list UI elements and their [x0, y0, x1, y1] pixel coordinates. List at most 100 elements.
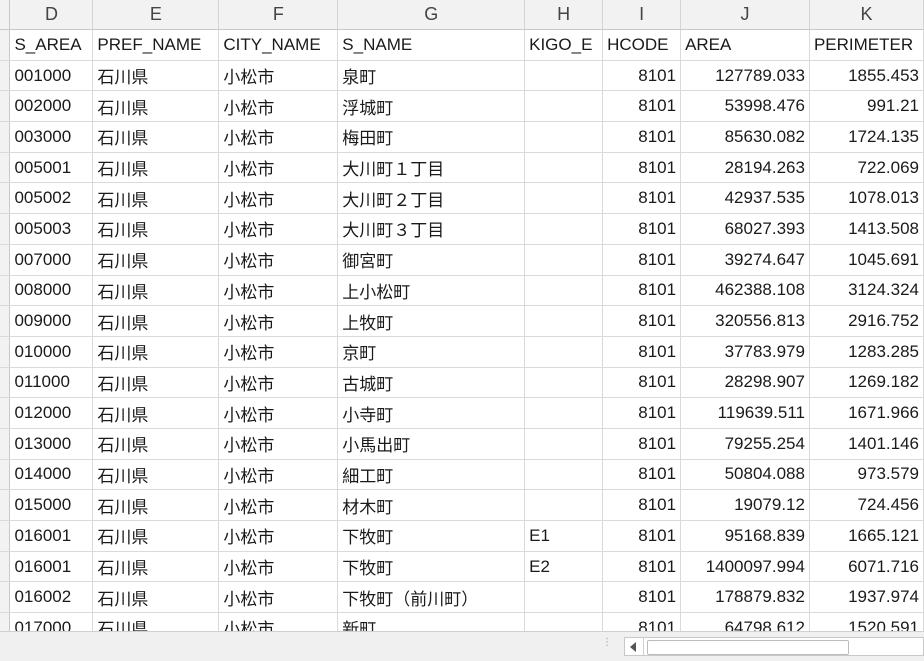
table-cell[interactable]: 016001 — [9, 520, 94, 552]
table-cell[interactable]: 28194.263 — [680, 152, 810, 184]
column-header-h[interactable]: H — [524, 0, 604, 30]
table-cell[interactable]: 973.579 — [809, 459, 924, 491]
table-cell[interactable] — [524, 60, 604, 92]
field-name-cell[interactable]: S_NAME — [337, 29, 526, 61]
table-cell[interactable]: 小松市 — [218, 275, 339, 307]
table-cell[interactable]: 016001 — [9, 551, 94, 583]
table-cell[interactable] — [524, 182, 604, 215]
table-cell[interactable]: 石川県 — [92, 121, 220, 153]
table-cell[interactable]: 小寺町 — [337, 397, 526, 429]
table-cell[interactable]: 005002 — [9, 182, 94, 215]
row-header[interactable] — [0, 60, 11, 92]
table-cell[interactable]: 小松市 — [218, 305, 339, 337]
table-cell[interactable]: 石川県 — [92, 90, 220, 123]
table-cell[interactable]: 小松市 — [218, 121, 339, 153]
table-cell[interactable] — [524, 489, 604, 521]
column-header-d[interactable]: D — [9, 0, 94, 30]
scroll-thumb[interactable] — [647, 640, 849, 655]
table-cell[interactable]: 8101 — [602, 182, 682, 215]
row-header[interactable] — [0, 121, 11, 153]
row-header[interactable] — [0, 90, 11, 123]
table-cell[interactable]: 28298.907 — [680, 367, 810, 399]
row-header[interactable] — [0, 152, 11, 184]
column-header-i[interactable]: I — [602, 0, 682, 30]
table-cell[interactable]: 64798.612 — [680, 612, 810, 631]
table-cell[interactable]: 8101 — [602, 60, 682, 92]
table-cell[interactable]: 001000 — [9, 60, 94, 92]
table-cell[interactable]: 119639.511 — [680, 397, 810, 429]
scroll-left-button[interactable] — [625, 638, 644, 655]
table-cell[interactable]: 2916.752 — [809, 305, 924, 337]
table-cell[interactable]: 小松市 — [218, 459, 339, 491]
row-header[interactable] — [0, 397, 11, 429]
table-cell[interactable]: 石川県 — [92, 60, 220, 92]
table-cell[interactable]: 石川県 — [92, 213, 220, 245]
table-cell[interactable]: 石川県 — [92, 152, 220, 184]
row-header[interactable] — [0, 551, 11, 583]
table-cell[interactable]: 007000 — [9, 244, 94, 276]
field-name-cell[interactable]: HCODE — [602, 29, 682, 61]
table-cell[interactable]: 015000 — [9, 489, 94, 521]
table-cell[interactable]: 1283.285 — [809, 336, 924, 368]
table-cell[interactable] — [524, 397, 604, 429]
table-cell[interactable]: 005001 — [9, 152, 94, 184]
table-cell[interactable]: 8101 — [602, 551, 682, 583]
table-cell[interactable]: 722.069 — [809, 152, 924, 184]
table-cell[interactable]: 石川県 — [92, 275, 220, 307]
table-cell[interactable] — [524, 612, 604, 631]
table-cell[interactable]: 泉町 — [337, 60, 526, 92]
table-cell[interactable]: 1401.146 — [809, 428, 924, 460]
row-header[interactable] — [0, 581, 11, 614]
table-cell[interactable]: 1724.135 — [809, 121, 924, 153]
field-name-cell[interactable]: PERIMETER — [809, 29, 924, 61]
table-cell[interactable]: 小馬出町 — [337, 428, 526, 460]
table-cell[interactable]: 42937.535 — [680, 182, 810, 215]
column-header-g[interactable]: G — [337, 0, 526, 30]
table-cell[interactable]: 石川県 — [92, 244, 220, 276]
table-cell[interactable]: 大川町２丁目 — [337, 182, 526, 215]
table-cell[interactable]: 細工町 — [337, 459, 526, 491]
table-cell[interactable]: 014000 — [9, 459, 94, 491]
table-cell[interactable]: 石川県 — [92, 520, 220, 552]
table-cell[interactable] — [524, 336, 604, 368]
field-name-cell[interactable]: AREA — [680, 29, 810, 61]
row-header[interactable] — [0, 305, 11, 337]
table-cell[interactable]: 8101 — [602, 275, 682, 307]
table-cell[interactable]: 古城町 — [337, 367, 526, 399]
table-cell[interactable]: 1520.591 — [809, 612, 924, 631]
row-header[interactable] — [0, 489, 11, 521]
table-cell[interactable]: 小松市 — [218, 520, 339, 552]
table-cell[interactable]: 320556.813 — [680, 305, 810, 337]
table-cell[interactable]: 大川町１丁目 — [337, 152, 526, 184]
table-cell[interactable]: 8101 — [602, 397, 682, 429]
table-cell[interactable]: 012000 — [9, 397, 94, 429]
table-cell[interactable]: 下牧町（前川町） — [337, 581, 526, 614]
table-cell[interactable]: 石川県 — [92, 305, 220, 337]
table-cell[interactable]: 009000 — [9, 305, 94, 337]
table-cell[interactable]: 小松市 — [218, 612, 339, 631]
table-cell[interactable]: 1078.013 — [809, 182, 924, 215]
table-cell[interactable]: 127789.033 — [680, 60, 810, 92]
table-cell[interactable]: 8101 — [602, 367, 682, 399]
table-cell[interactable]: 8101 — [602, 581, 682, 614]
table-cell[interactable]: 大川町３丁目 — [337, 213, 526, 245]
table-cell[interactable]: 37783.979 — [680, 336, 810, 368]
field-name-cell[interactable]: CITY_NAME — [218, 29, 339, 61]
table-cell[interactable] — [524, 213, 604, 245]
table-cell[interactable] — [524, 305, 604, 337]
column-header-k[interactable]: K — [809, 0, 924, 30]
table-cell[interactable]: 8101 — [602, 213, 682, 245]
table-cell[interactable]: 石川県 — [92, 489, 220, 521]
table-cell[interactable]: 浮城町 — [337, 90, 526, 123]
table-cell[interactable]: 1045.691 — [809, 244, 924, 276]
table-cell[interactable]: 小松市 — [218, 244, 339, 276]
table-cell[interactable]: 002000 — [9, 90, 94, 123]
row-header-stub[interactable] — [0, 0, 11, 30]
table-cell[interactable]: 下牧町 — [337, 551, 526, 583]
table-cell[interactable]: 石川県 — [92, 551, 220, 583]
row-header[interactable] — [0, 29, 11, 61]
table-cell[interactable] — [524, 367, 604, 399]
table-cell[interactable]: 小松市 — [218, 581, 339, 614]
table-cell[interactable]: 小松市 — [218, 367, 339, 399]
row-header[interactable] — [0, 520, 11, 552]
